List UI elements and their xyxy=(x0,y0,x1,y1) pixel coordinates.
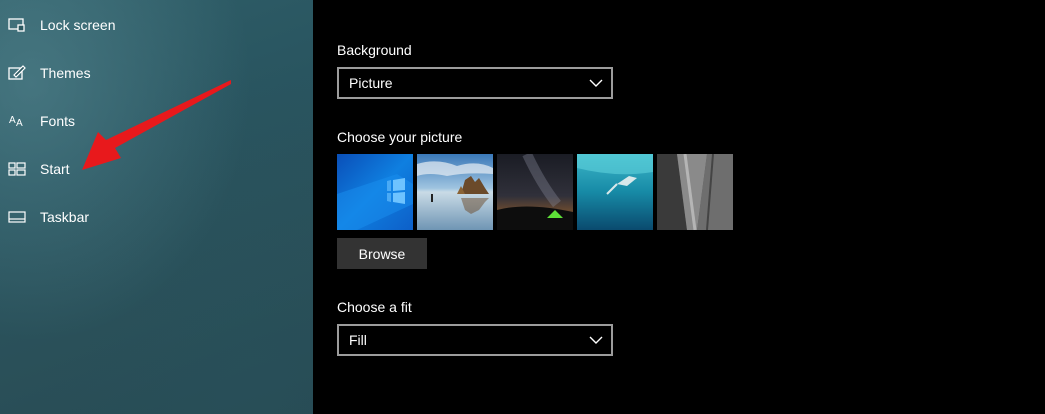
svg-text:A: A xyxy=(16,118,23,129)
sidebar-item-fonts[interactable]: A A Fonts xyxy=(0,97,313,145)
svg-text:A: A xyxy=(9,115,16,126)
chevron-down-icon xyxy=(589,74,603,92)
picture-thumbnail-underwater-swimmer[interactable] xyxy=(577,154,653,230)
chevron-down-icon xyxy=(589,331,603,349)
picture-thumbnail-beach-rocks[interactable] xyxy=(417,154,493,230)
sidebar-item-themes[interactable]: Themes xyxy=(0,49,313,97)
fit-dropdown[interactable]: Fill xyxy=(337,324,613,356)
sidebar-item-label: Taskbar xyxy=(40,209,90,225)
sidebar-item-label: Start xyxy=(40,161,70,177)
settings-sidebar: Lock screen Themes A A Fonts Start Taskb… xyxy=(0,0,313,414)
sidebar-item-start[interactable]: Start xyxy=(0,145,313,193)
sidebar-item-label: Lock screen xyxy=(40,17,116,33)
lock-screen-icon xyxy=(8,16,26,34)
picture-thumbnail-windows-light[interactable] xyxy=(337,154,413,230)
start-icon xyxy=(8,160,26,178)
sidebar-item-label: Fonts xyxy=(40,113,76,129)
choose-fit-label: Choose a fit xyxy=(337,299,412,315)
fit-dropdown-value: Fill xyxy=(349,332,367,348)
fonts-icon: A A xyxy=(8,112,26,130)
taskbar-icon xyxy=(8,208,26,226)
picture-thumbnail-night-sky-tent[interactable] xyxy=(497,154,573,230)
background-settings-panel: Background Picture Choose your picture B… xyxy=(313,0,1045,414)
background-dropdown-value: Picture xyxy=(349,75,393,91)
background-label: Background xyxy=(337,42,412,58)
themes-icon xyxy=(8,64,26,82)
background-dropdown[interactable]: Picture xyxy=(337,67,613,99)
sidebar-item-label: Themes xyxy=(40,65,91,81)
sidebar-item-lock-screen[interactable]: Lock screen xyxy=(0,1,313,49)
browse-button[interactable]: Browse xyxy=(337,238,427,269)
choose-picture-label: Choose your picture xyxy=(337,129,463,145)
picture-thumbnail-rock-cliff[interactable] xyxy=(657,154,733,230)
sidebar-item-taskbar[interactable]: Taskbar xyxy=(0,193,313,241)
